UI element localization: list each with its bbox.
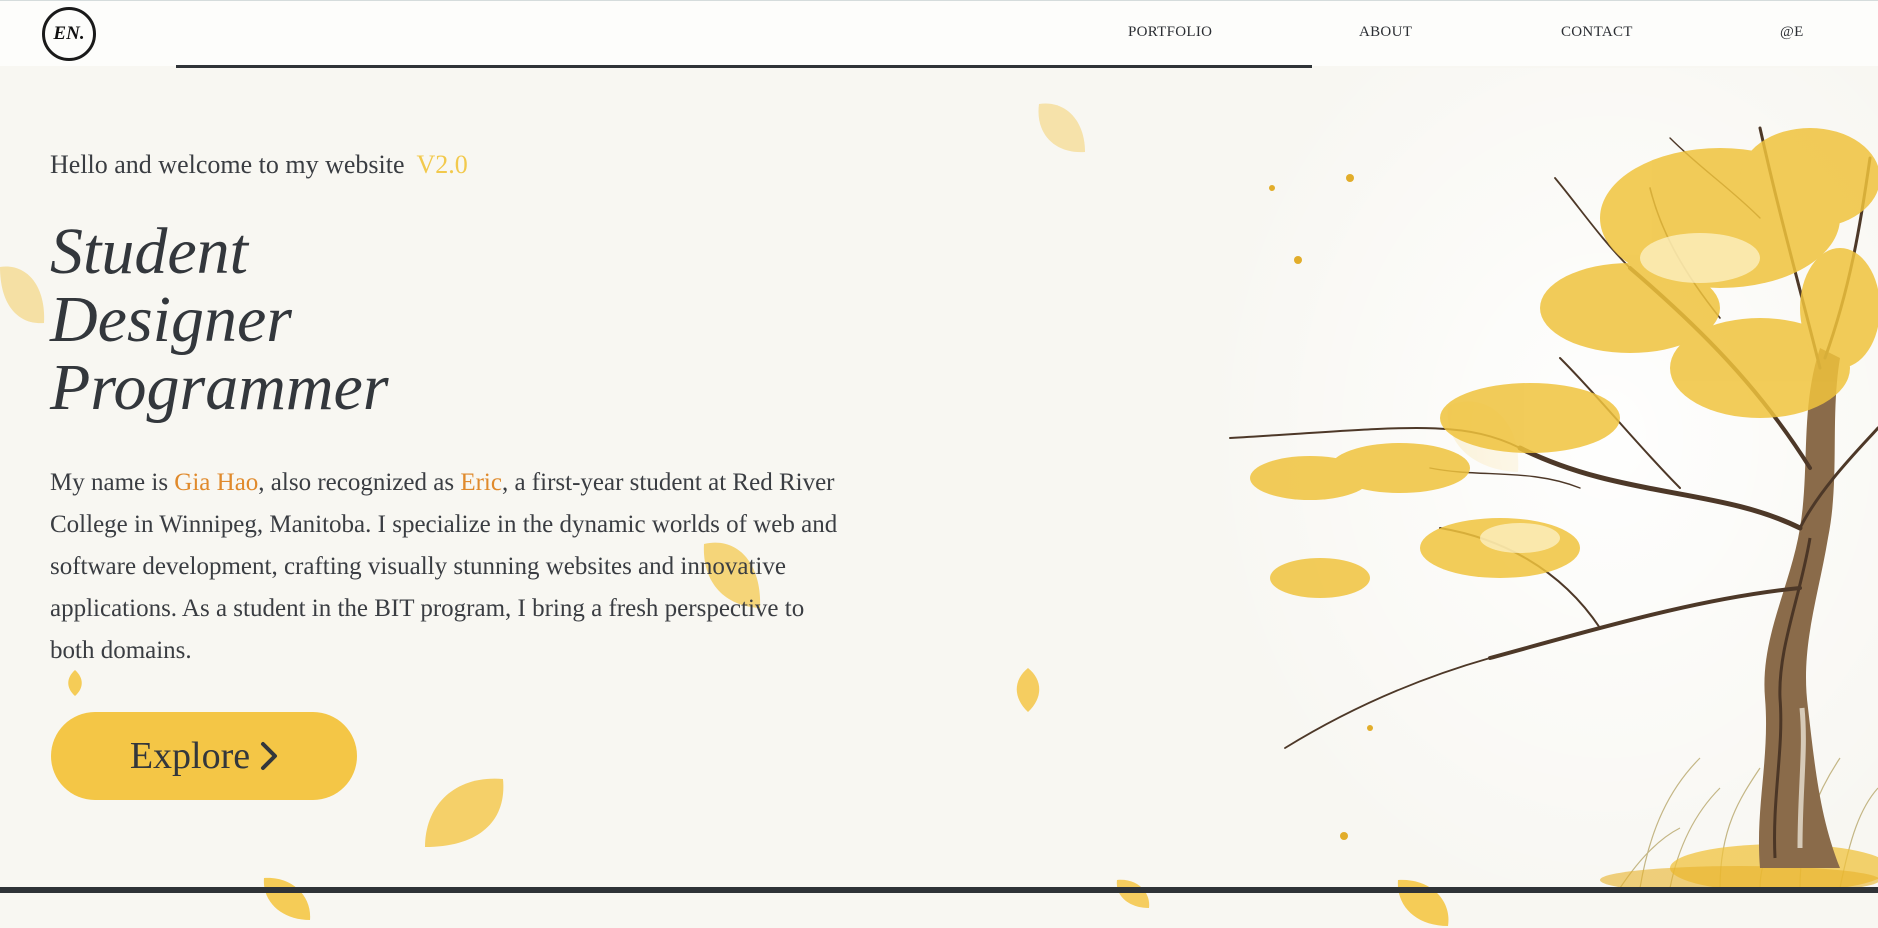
nav-link-handle[interactable]: @E <box>1780 24 1804 41</box>
falling-leaf-icon <box>68 670 82 696</box>
falling-leaf-icon <box>1016 668 1040 712</box>
top-navbar: EN. PORTFOLIO ABOUT CONTACT @E <box>0 0 1878 66</box>
nav-link-portfolio[interactable]: PORTFOLIO <box>1128 24 1212 41</box>
role-designer: Designer <box>50 283 292 356</box>
nav-link-contact[interactable]: CONTACT <box>1561 24 1633 41</box>
bio-text: , a first-year student at Red River Coll… <box>50 469 838 664</box>
falling-leaf-icon <box>1038 103 1085 153</box>
role-student: Student <box>50 215 248 288</box>
role-programmer: Programmer <box>50 351 389 424</box>
nav-underline-divider <box>176 65 1312 68</box>
nickname-highlight: Eric <box>460 469 502 496</box>
version-badge: V2.0 <box>416 150 468 179</box>
welcome-text: Hello and welcome to my website <box>50 150 405 179</box>
bio-text: , also recognized as <box>258 469 461 496</box>
chevron-right-icon <box>261 742 278 770</box>
falling-leaf-icon <box>1116 879 1150 908</box>
site-logo[interactable]: EN. <box>42 7 96 61</box>
welcome-heading: Hello and welcome to my website V2.0 <box>50 150 468 180</box>
autumn-tree-illustration <box>1200 68 1878 888</box>
explore-button[interactable]: Explore <box>51 712 357 800</box>
explore-label: Explore <box>129 735 251 777</box>
roles-title: Student Designer Programmer <box>50 218 389 422</box>
section-divider <box>0 887 1878 893</box>
bio-paragraph: My name is Gia Hao, also recognized as E… <box>50 462 850 672</box>
bio-text: My name is <box>50 469 175 496</box>
name-highlight: Gia Hao <box>174 469 259 496</box>
falling-leaf-icon <box>0 266 45 324</box>
nav-link-about[interactable]: ABOUT <box>1359 24 1412 41</box>
falling-leaf-icon <box>425 778 504 847</box>
falling-leaf-icon <box>263 877 311 920</box>
logo-text: EN. <box>53 23 85 44</box>
